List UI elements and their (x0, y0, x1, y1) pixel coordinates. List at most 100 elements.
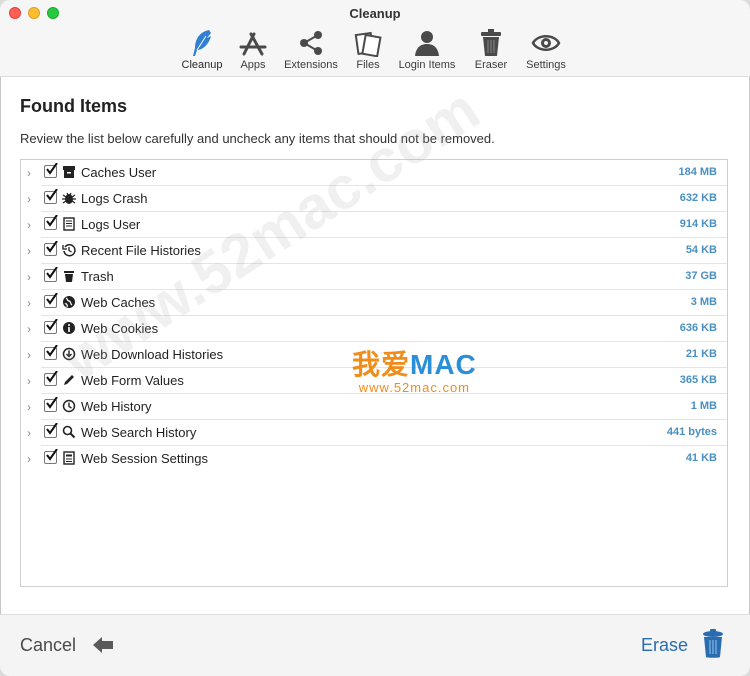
list-item[interactable]: › Web Cookies 636 KB (21, 316, 727, 342)
expand-chevron-icon[interactable]: › (27, 452, 37, 466)
tab-cleanup[interactable]: Cleanup (178, 28, 226, 74)
document-icon (63, 217, 75, 231)
item-label: Caches User (81, 165, 157, 180)
eye-settings-icon (522, 28, 570, 58)
trash-icon (471, 28, 511, 58)
found-items-list[interactable]: › Caches User 184 MB › Logs Crash 632 KB… (20, 159, 728, 587)
archive-box-icon (63, 166, 75, 178)
files-icon (351, 28, 385, 58)
expand-chevron-icon[interactable]: › (27, 374, 37, 388)
item-size: 54 KB (685, 244, 717, 256)
app-window: Cleanup Cleanup Apps Extensions Files Lo… (0, 0, 750, 676)
item-checkbox[interactable] (44, 345, 58, 360)
expand-chevron-icon[interactable]: › (27, 296, 37, 310)
expand-chevron-icon[interactable]: › (27, 400, 37, 414)
list-item[interactable]: › Web Search History 441 bytes (21, 420, 727, 446)
item-size: 37 GB (685, 270, 717, 282)
item-checkbox[interactable] (44, 267, 58, 282)
item-label: Web Search History (81, 425, 197, 440)
tab-eraser[interactable]: Eraser (471, 28, 511, 74)
item-label: Web Caches (81, 295, 156, 310)
settings-doc-icon (63, 451, 75, 465)
expand-chevron-icon[interactable]: › (27, 270, 37, 284)
item-label: Recent File Histories (81, 243, 201, 258)
download-icon (62, 347, 76, 361)
erase-button[interactable]: Erase (641, 635, 688, 656)
list-item[interactable]: › Web Caches 3 MB (21, 290, 727, 316)
history-icon (62, 244, 76, 257)
expand-chevron-icon[interactable]: › (27, 322, 37, 336)
toolbar: Cleanup Cleanup Apps Extensions Files Lo… (0, 0, 750, 77)
expand-chevron-icon[interactable]: › (27, 218, 37, 232)
tab-apps[interactable]: Apps (235, 28, 271, 74)
erase-trash-icon[interactable] (701, 629, 725, 659)
item-checkbox[interactable] (44, 293, 58, 308)
item-checkbox[interactable] (44, 371, 58, 386)
tab-cleanup-label: Cleanup (181, 59, 223, 71)
list-item[interactable]: › Logs User 914 KB (21, 212, 727, 238)
app-store-icon (235, 28, 271, 58)
share-icon (280, 28, 342, 58)
list-item[interactable]: › Caches User 184 MB (21, 160, 727, 186)
item-checkbox[interactable] (44, 397, 58, 412)
tab-eraser-label: Eraser (474, 59, 508, 71)
list-item[interactable]: › Recent File Histories 54 KB (21, 238, 727, 264)
tab-files-label: Files (356, 59, 380, 71)
trash-icon (64, 271, 74, 282)
item-checkbox[interactable] (44, 215, 58, 230)
item-label: Web Download Histories (81, 347, 224, 362)
cancel-button[interactable]: Cancel (20, 635, 76, 656)
item-checkbox[interactable] (44, 449, 58, 464)
item-size: 3 MB (690, 296, 717, 308)
item-checkbox[interactable] (44, 189, 58, 204)
item-size: 41 KB (685, 452, 717, 464)
page-description: Review the list below carefully and unch… (20, 131, 495, 146)
expand-chevron-icon[interactable]: › (27, 426, 37, 440)
item-checkbox[interactable] (44, 163, 58, 178)
item-label: Trash (81, 269, 114, 284)
window-title: Cleanup (349, 6, 401, 21)
item-checkbox[interactable] (44, 423, 58, 438)
tab-settings-label: Settings (526, 59, 566, 71)
item-label: Web Cookies (81, 321, 159, 336)
list-item[interactable]: › Logs Crash 632 KB (21, 186, 727, 212)
back-arrow-icon[interactable] (92, 635, 114, 655)
list-item[interactable]: › Web Download Histories 21 KB (21, 342, 727, 368)
list-item[interactable]: › Web Session Settings 41 KB (21, 446, 727, 472)
item-size: 1 MB (690, 400, 717, 412)
tab-files[interactable]: Files (351, 28, 385, 74)
item-checkbox[interactable] (44, 241, 58, 256)
pencil-icon (64, 375, 74, 385)
item-size: 184 MB (678, 166, 717, 178)
magnifier-icon (62, 425, 76, 439)
footer-bar: Cancel Erase (0, 614, 750, 676)
tab-extensions-label: Extensions (284, 59, 338, 71)
list-item[interactable]: › Web History 1 MB (21, 394, 727, 420)
feather-icon (178, 28, 226, 58)
expand-chevron-icon[interactable]: › (27, 244, 37, 258)
info-icon (63, 322, 75, 334)
item-checkbox[interactable] (44, 319, 58, 334)
item-label: Web History (81, 399, 152, 414)
expand-chevron-icon[interactable]: › (27, 348, 37, 362)
item-size: 914 KB (679, 218, 717, 230)
expand-chevron-icon[interactable]: › (27, 192, 37, 206)
tab-apps-label: Apps (240, 59, 266, 71)
list-item[interactable]: › Trash 37 GB (21, 264, 727, 290)
bug-icon (62, 192, 76, 204)
item-label: Logs Crash (81, 191, 148, 206)
item-size: 365 KB (679, 374, 717, 386)
tab-settings[interactable]: Settings (522, 28, 570, 74)
page-title: Found Items (20, 96, 127, 116)
tab-login-items[interactable]: Login Items (394, 28, 460, 74)
expand-chevron-icon[interactable]: › (27, 166, 37, 180)
tab-login-items-label: Login Items (398, 59, 456, 71)
clock-icon (62, 399, 76, 413)
list-item[interactable]: › Web Form Values 365 KB (21, 368, 727, 394)
item-size: 636 KB (679, 322, 717, 334)
user-icon (394, 28, 460, 58)
item-label: Logs User (81, 217, 141, 232)
item-label: Web Session Settings (81, 451, 208, 466)
item-size: 441 bytes (666, 426, 717, 438)
tab-extensions[interactable]: Extensions (280, 28, 342, 74)
